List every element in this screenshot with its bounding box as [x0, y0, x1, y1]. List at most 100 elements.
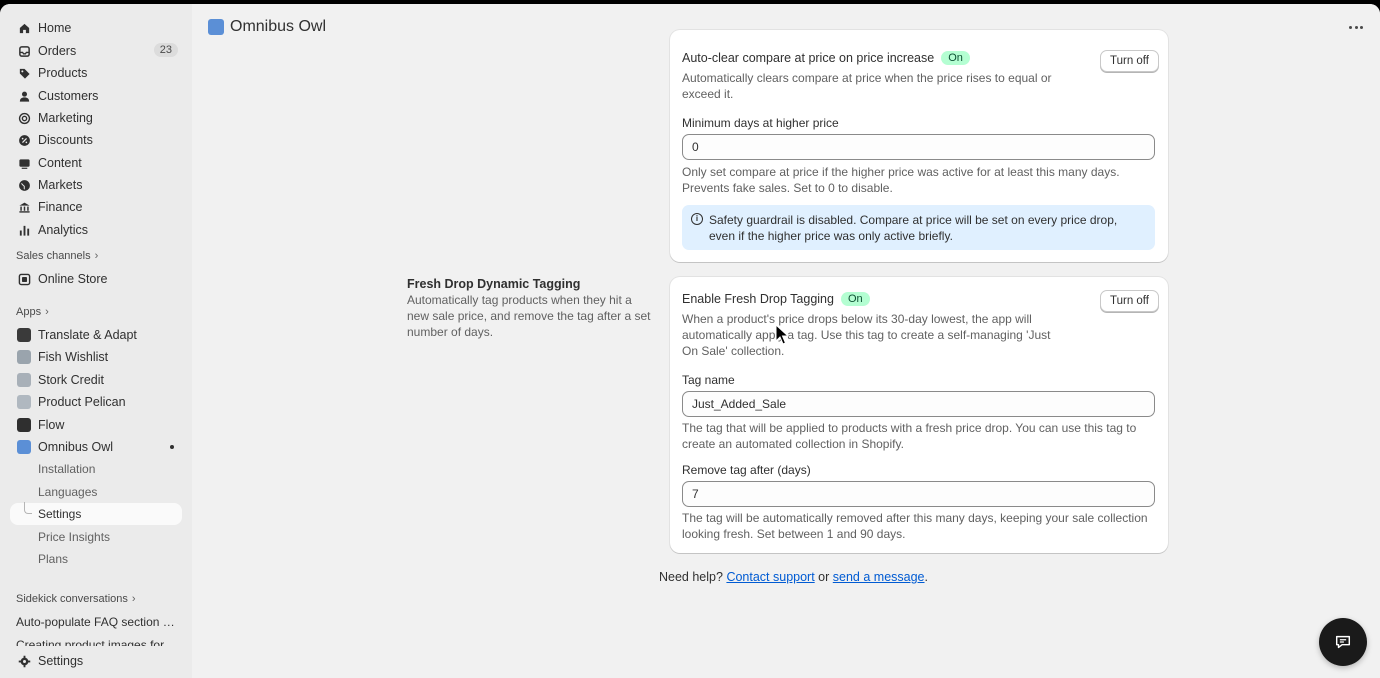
product-pelican-app-icon — [17, 395, 31, 409]
sidebar-app-stork-credit[interactable]: Stork Credit — [10, 369, 182, 391]
discount-icon — [17, 133, 31, 147]
sidebar-item-markets[interactable]: Markets — [10, 174, 182, 196]
need-help-footer: Need help? Contact support or send a mes… — [659, 570, 928, 584]
tag-name-help: The tag that will be applied to products… — [682, 421, 1137, 451]
sales-channels-heading[interactable]: Sales channels › — [16, 250, 98, 262]
orders-icon — [17, 44, 31, 58]
sidebar: Home Orders 23 Products Customers Market… — [0, 4, 192, 678]
chevron-right-icon: › — [45, 306, 49, 318]
sidebar-item-label: Content — [38, 156, 82, 170]
footer-or: or — [818, 570, 830, 584]
sidebar-item-label: Finance — [38, 200, 83, 214]
person-icon — [17, 89, 31, 103]
fish-wishlist-app-icon — [17, 350, 31, 364]
sidebar-item-online-store[interactable]: Online Store — [10, 268, 182, 290]
sidebar-item-label: Flow — [38, 418, 65, 432]
sidebar-item-label: Settings — [38, 654, 84, 668]
sidebar-item-products[interactable]: Products — [10, 62, 182, 84]
tag-icon — [17, 66, 31, 80]
sub-item-price-insights[interactable]: Price Insights — [10, 526, 182, 548]
fresh-drop-turn-off-button[interactable]: Turn off — [1100, 290, 1159, 312]
translate-app-icon — [17, 328, 31, 342]
chat-button[interactable] — [1319, 618, 1367, 666]
banner-text: Safety guardrail is disabled. Compare at… — [709, 213, 1118, 243]
sidebar-item-discounts[interactable]: Discounts — [10, 129, 182, 151]
min-days-label: Minimum days at higher price — [682, 116, 839, 130]
sidebar-item-label: Home — [38, 21, 72, 35]
remove-days-input[interactable]: 7 — [682, 481, 1155, 507]
min-days-input[interactable]: 0 — [682, 134, 1155, 160]
autoclear-help: Automatically clears compare at price wh… — [682, 71, 1052, 101]
sidebar-item-finance[interactable]: Finance — [10, 196, 182, 218]
status-badge: On — [941, 51, 970, 65]
sidebar-item-label: Omnibus Owl — [38, 440, 114, 454]
sidebar-app-product-pelican[interactable]: Product Pelican — [10, 391, 182, 413]
orders-count-badge: 23 — [153, 43, 178, 57]
sidebar-item-label: Translate & Adapt — [38, 328, 137, 342]
conversation-item[interactable]: Auto-populate FAQ section fro... — [16, 615, 178, 629]
sidebar-item-label: Marketing — [38, 111, 93, 125]
page-title-text: Omnibus Owl — [230, 18, 327, 35]
tree-branch — [24, 503, 32, 514]
sidebar-item-label: Analytics — [38, 223, 89, 237]
sidebar-app-flow[interactable]: Flow — [10, 414, 182, 436]
sub-item-installation[interactable]: Installation — [10, 458, 182, 480]
info-icon: i — [691, 213, 703, 225]
autoclear-turn-off-button[interactable]: Turn off — [1100, 50, 1159, 72]
sidebar-item-settings[interactable]: Settings — [10, 650, 182, 672]
gear-icon — [17, 654, 31, 668]
app-window: Home Orders 23 Products Customers Market… — [0, 4, 1380, 678]
tag-name-input[interactable]: Just_Added_Sale — [682, 391, 1155, 417]
section-title-text: Sales channels — [16, 250, 91, 262]
sidebar-item-analytics[interactable]: Analytics — [10, 219, 182, 241]
sidebar-item-label: Discounts — [38, 133, 93, 147]
sidebar-app-omnibus-owl[interactable]: Omnibus Owl — [10, 436, 182, 458]
sidebar-item-label: Stork Credit — [38, 373, 104, 387]
page-title: Omnibus Owl — [208, 18, 326, 36]
sidebar-app-fish-wishlist[interactable]: Fish Wishlist — [10, 346, 182, 368]
fresh-drop-section-title: Fresh Drop Dynamic Tagging — [407, 277, 581, 291]
fresh-drop-label: Enable Fresh Drop Tagging — [682, 292, 834, 306]
sub-item-plans[interactable]: Plans — [10, 548, 182, 570]
tag-name-label: Tag name — [682, 373, 735, 387]
sub-item-settings[interactable]: Settings — [10, 503, 182, 525]
sidebar-item-orders[interactable]: Orders 23 — [10, 40, 182, 62]
chart-icon — [17, 223, 31, 237]
flow-app-icon — [17, 418, 31, 432]
fresh-drop-section-desc: Automatically tag products when they hit… — [407, 293, 651, 339]
sidebar-item-customers[interactable]: Customers — [10, 85, 182, 107]
min-days-help: Only set compare at price if the higher … — [682, 165, 1120, 195]
omnibus-owl-app-icon — [17, 440, 31, 454]
omnibus-owl-logo-icon — [208, 19, 224, 35]
sub-item-label: Languages — [38, 485, 98, 499]
autoclear-label: Auto-clear compare at price on price inc… — [682, 51, 935, 65]
contact-support-link[interactable]: Contact support — [726, 570, 814, 584]
store-icon — [17, 272, 31, 286]
sidebar-item-content[interactable]: Content — [10, 152, 182, 174]
chevron-right-icon: › — [94, 250, 99, 262]
sidebar-item-label: Customers — [38, 89, 99, 103]
safety-guardrail-banner: i Safety guardrail is disabled. Compare … — [682, 205, 1155, 250]
remove-days-help: The tag will be automatically removed af… — [682, 511, 1148, 541]
stork-credit-app-icon — [17, 373, 31, 387]
sidebar-item-marketing[interactable]: Marketing — [10, 107, 182, 129]
sidekick-heading[interactable]: Sidekick conversations › — [16, 593, 136, 605]
mouse-cursor-icon — [775, 324, 789, 345]
send-message-link[interactable]: send a message — [833, 570, 925, 584]
sidebar-item-home[interactable]: Home — [10, 17, 182, 39]
conversation-item[interactable]: Creating product images for p... — [16, 638, 178, 646]
fresh-drop-card: Enable Fresh Drop Tagging On Turn off Wh… — [670, 277, 1168, 553]
status-badge: On — [840, 292, 870, 306]
sidebar-item-label: Orders — [38, 44, 77, 58]
sidebar-item-label: Fish Wishlist — [38, 350, 109, 364]
content-icon — [17, 156, 31, 170]
chat-icon — [1335, 635, 1351, 649]
more-actions-button[interactable] — [1346, 18, 1366, 36]
apps-heading[interactable]: Apps › — [16, 306, 49, 318]
footer-prefix: Need help? — [659, 570, 723, 584]
sidebar-item-label: Products — [38, 66, 88, 80]
sidebar-app-translate-adapt[interactable]: Translate & Adapt — [10, 324, 182, 346]
sub-item-label: Price Insights — [38, 530, 111, 544]
sub-item-languages[interactable]: Languages — [10, 481, 182, 503]
autoclear-card: Auto-clear compare at price on price inc… — [670, 30, 1168, 262]
